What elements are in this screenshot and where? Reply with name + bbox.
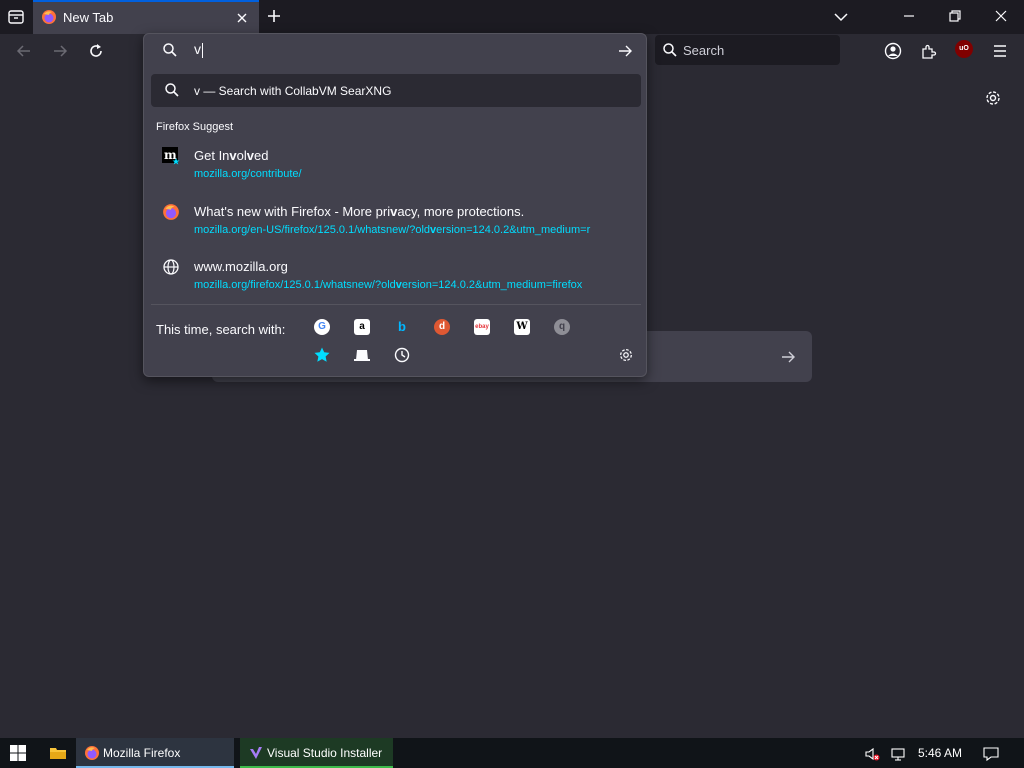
firefox-suggest-label: Firefox Suggest [156, 121, 234, 133]
minimize-icon[interactable] [902, 9, 916, 23]
forward-arrow-icon[interactable] [51, 42, 69, 60]
close-tab-icon[interactable] [235, 11, 249, 25]
result-url: mozilla.org/en-US/firefox/125.0.1/whatsn… [194, 224, 591, 236]
ublock-origin-icon[interactable]: uO [955, 40, 973, 58]
close-window-icon[interactable] [994, 9, 1008, 23]
windows-taskbar: Mozilla Firefox Visual Studio Installer … [0, 738, 1024, 768]
firefox-icon [84, 745, 100, 761]
urlbar-input-row[interactable]: v [144, 34, 646, 68]
result-url: mozilla.org/contribute/ [194, 168, 302, 180]
urlbar-popup: v v — Search with CollabVM SearXNG Firef… [143, 33, 647, 377]
urlbar-input[interactable]: v [194, 41, 203, 58]
file-explorer-icon[interactable] [49, 744, 67, 762]
tab-strip: New Tab [0, 0, 1024, 34]
amazon-engine-icon[interactable]: a [353, 318, 371, 336]
extensions-icon[interactable] [920, 42, 938, 60]
toolbar-search-input[interactable]: Search [655, 35, 840, 65]
suggest-result[interactable]: What's new with Firefox - More privacy, … [151, 201, 641, 247]
history-mode-icon[interactable] [393, 346, 411, 364]
volume-muted-icon[interactable] [864, 746, 880, 762]
result-url: mozilla.org/firefox/125.0.1/whatsnew/?ol… [194, 279, 583, 291]
account-icon[interactable] [884, 42, 902, 60]
duckduckgo-engine-icon[interactable]: d [433, 318, 451, 336]
bookmarks-mode-icon[interactable] [313, 346, 331, 364]
taskbar-clock[interactable]: 5:46 AM [918, 746, 962, 760]
windows-start-icon[interactable] [10, 745, 26, 761]
search-placeholder: Search [683, 43, 725, 58]
suggest-result[interactable]: m Get Involved mozilla.org/contribute/ [151, 145, 641, 191]
google-engine-icon[interactable]: G [313, 318, 331, 336]
gear-icon[interactable] [618, 347, 634, 363]
oneoff-search-label: This time, search with: [156, 322, 286, 337]
divider [151, 304, 641, 305]
bing-engine-icon[interactable]: b [393, 318, 411, 336]
mozilla-m-icon: m [162, 147, 180, 165]
notifications-icon[interactable] [983, 746, 999, 762]
network-icon[interactable] [890, 746, 906, 762]
search-icon [164, 82, 180, 98]
reload-icon[interactable] [87, 42, 105, 60]
visual-studio-icon [248, 745, 264, 761]
go-arrow-icon[interactable] [617, 43, 633, 59]
result-title: Get Involved [194, 148, 269, 163]
tabs-mode-icon[interactable] [353, 346, 371, 364]
result-title: What's new with Firefox - More privacy, … [194, 204, 525, 219]
gear-icon[interactable] [984, 89, 1002, 107]
taskbar-visual-studio-installer[interactable]: Visual Studio Installer [240, 738, 393, 768]
task-label: Mozilla Firefox [103, 746, 181, 760]
ebay-engine-icon[interactable]: ebay [473, 318, 491, 336]
taskbar-firefox[interactable]: Mozilla Firefox [76, 738, 234, 768]
menu-hamburger-icon[interactable] [991, 42, 1009, 60]
svg-text:m: m [164, 148, 177, 162]
back-arrow-icon[interactable] [15, 42, 33, 60]
searxng-engine-icon[interactable]: q [553, 318, 571, 336]
result-title: www.mozilla.org [194, 259, 288, 274]
search-icon [162, 42, 178, 58]
search-icon [662, 42, 678, 58]
firefox-icon [41, 9, 57, 25]
arrow-right-icon[interactable] [780, 349, 796, 365]
globe-icon [162, 258, 180, 276]
chevron-down-icon[interactable] [833, 9, 849, 25]
heuristic-search-result[interactable]: v — Search with CollabVM SearXNG [151, 74, 641, 107]
tab-list-icon[interactable] [6, 7, 26, 27]
suggest-result[interactable]: www.mozilla.org mozilla.org/firefox/125.… [151, 256, 641, 302]
tab-new-tab[interactable]: New Tab [33, 0, 259, 34]
new-tab-plus-icon[interactable] [266, 8, 282, 24]
restore-icon[interactable] [948, 9, 962, 23]
heuristic-result-text: v — Search with CollabVM SearXNG [194, 84, 392, 98]
firefox-icon [162, 203, 180, 221]
wikipedia-engine-icon[interactable]: W [513, 318, 531, 336]
task-label: Visual Studio Installer [267, 746, 383, 760]
tab-title: New Tab [63, 10, 114, 25]
